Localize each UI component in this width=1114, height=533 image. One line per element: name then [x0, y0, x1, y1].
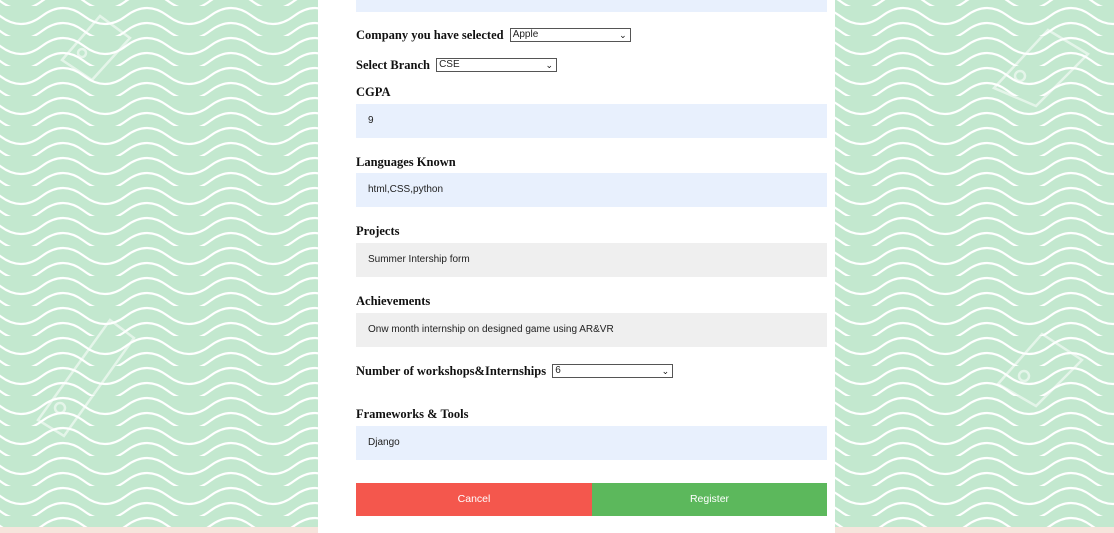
company-select-value: Apple: [512, 29, 539, 41]
company-label: Company you have selected: [356, 27, 504, 42]
workshops-select-value: 6: [555, 365, 561, 377]
cgpa-label: CGPA: [356, 85, 391, 99]
branch-row: Select Branch CSE ⌄: [356, 57, 558, 73]
branch-select-value: CSE: [439, 59, 460, 71]
registration-form: Company you have selected Apple ⌄ Select…: [318, 0, 835, 533]
workshops-label: Number of workshops&Internships: [356, 363, 547, 378]
chevron-down-icon: ⌄: [619, 30, 627, 41]
register-button[interactable]: Register: [592, 483, 827, 516]
123rf-watermark-icon: [991, 28, 1091, 108]
company-row: Company you have selected Apple ⌄: [356, 27, 631, 43]
cancel-button[interactable]: Cancel: [356, 483, 592, 516]
workshops-select[interactable]: 6 ⌄: [552, 364, 674, 379]
projects-input[interactable]: Summer Intership form: [356, 243, 827, 277]
123rf-watermark-icon: [996, 332, 1084, 408]
frameworks-input[interactable]: Django: [356, 426, 827, 460]
workshops-row: Number of workshops&Internships 6 ⌄: [356, 363, 674, 379]
cgpa-input[interactable]: 9: [356, 104, 827, 138]
company-select[interactable]: Apple ⌄: [509, 28, 631, 43]
chevron-down-icon: ⌄: [661, 366, 670, 377]
languages-label: Languages Known: [356, 155, 456, 169]
123rf-watermark-icon: [60, 14, 132, 82]
chevron-down-icon: ⌄: [545, 60, 554, 71]
achievements-input[interactable]: Onw month internship on designed game us…: [356, 313, 827, 347]
branch-select[interactable]: CSE ⌄: [436, 58, 558, 73]
projects-label: Projects: [356, 224, 400, 238]
achievements-label: Achievements: [356, 294, 431, 308]
frameworks-label: Frameworks & Tools: [356, 407, 469, 421]
previous-field[interactable]: [356, 0, 827, 12]
branch-label: Select Branch: [356, 57, 430, 72]
languages-input[interactable]: html,CSS,python: [356, 173, 827, 207]
123rf-watermark-icon: [36, 318, 136, 438]
